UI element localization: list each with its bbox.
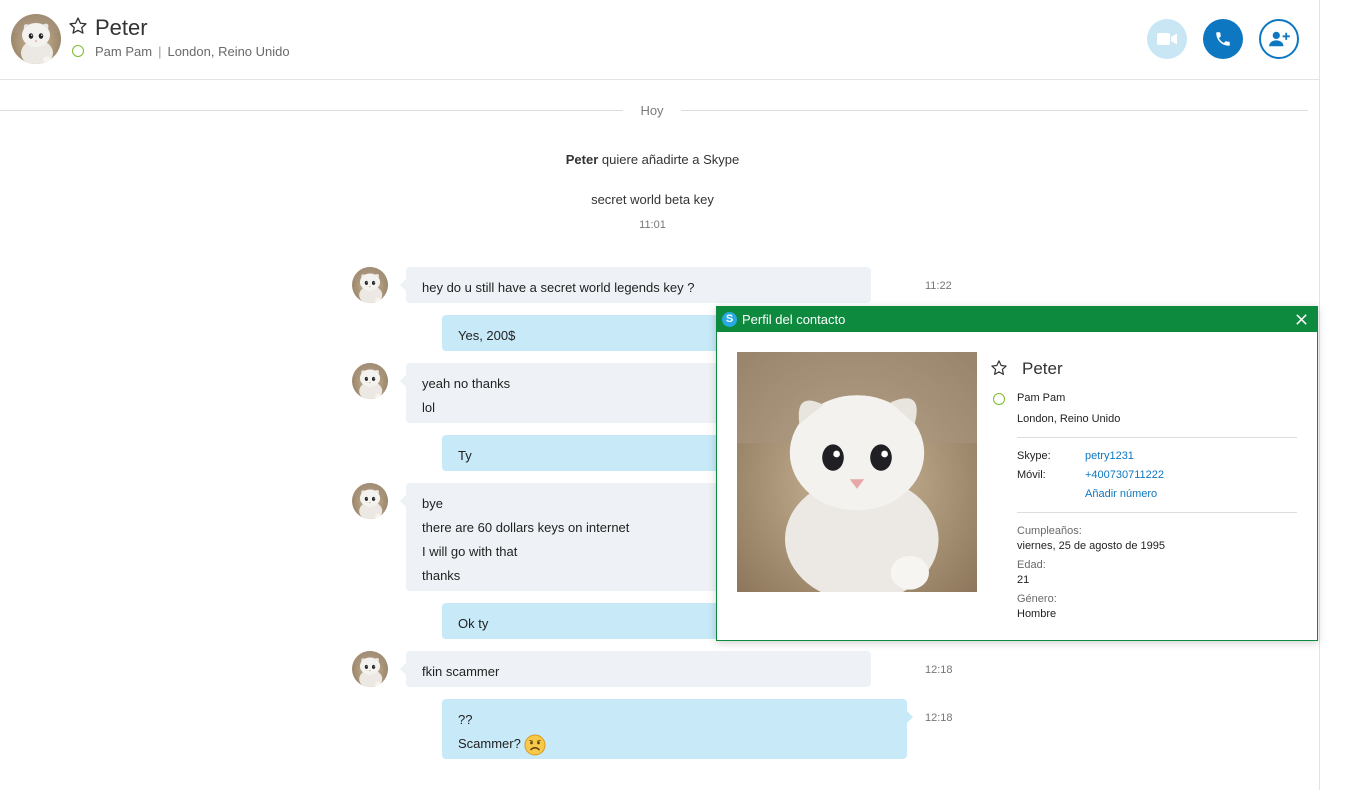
worried-face-icon — [524, 734, 546, 756]
video-camera-icon — [1157, 33, 1177, 45]
contact-avatar[interactable] — [11, 14, 61, 64]
gender-label: Género: — [1017, 593, 1057, 605]
contact-request-text: quiere añadirte a Skype — [598, 152, 740, 167]
message-line: Scammer? — [458, 732, 891, 756]
audio-call-button[interactable] — [1203, 19, 1243, 59]
phone-icon — [1216, 32, 1230, 46]
favorite-star-icon[interactable] — [68, 16, 88, 36]
skype-logo-icon: S — [722, 312, 737, 327]
profile-separator — [1017, 437, 1297, 438]
cat-avatar-image — [352, 483, 388, 519]
cat-avatar-image — [11, 14, 61, 64]
add-person-icon — [1269, 31, 1290, 47]
skype-id-label: Skype: — [1017, 450, 1051, 462]
contact-name[interactable]: Peter — [95, 15, 148, 41]
contact-profile-window: S Perfil del contacto Peter Pam Pam Lond… — [716, 306, 1318, 641]
online-status-icon — [993, 393, 1005, 405]
age-label: Edad: — [1017, 559, 1046, 571]
message-time: 11:22 — [925, 280, 952, 292]
profile-window-title: Perfil del contacto — [742, 312, 846, 327]
profile-separator — [1017, 512, 1297, 513]
incoming-message[interactable]: fkin scammer — [400, 651, 871, 687]
cat-avatar-image — [352, 267, 388, 303]
contact-request-notice: Peter quiere añadirte a Skype — [0, 152, 1305, 167]
profile-titlebar[interactable]: S Perfil del contacto — [717, 307, 1317, 332]
incoming-message[interactable]: hey do u still have a secret world legen… — [400, 267, 871, 303]
message-avatar[interactable] — [352, 267, 388, 303]
add-people-button[interactable] — [1259, 19, 1299, 59]
message-time: 12:18 — [925, 712, 953, 724]
skype-id-value[interactable]: petry1231 — [1085, 450, 1134, 462]
contact-location: London, Reino Unido — [167, 44, 290, 59]
mobile-value[interactable]: +400730711222 — [1085, 469, 1164, 481]
message-text: fkin scammer — [422, 664, 500, 679]
add-number-link[interactable]: Añadir número — [1085, 488, 1157, 500]
profile-display-name: Pam Pam — [1017, 392, 1066, 404]
subtitle-separator: | — [158, 44, 162, 59]
contact-request-name: Peter — [565, 152, 599, 167]
gender-value: Hombre — [1017, 608, 1057, 620]
contact-request-time: 11:01 — [639, 219, 666, 231]
profile-name: Peter — [1022, 359, 1063, 378]
birthday-label: Cumpleaños: — [1017, 525, 1082, 537]
message-avatar[interactable] — [352, 651, 388, 687]
day-divider-line-right — [681, 110, 1308, 111]
message-avatar[interactable] — [352, 483, 388, 519]
online-status-icon — [72, 45, 84, 57]
outgoing-message[interactable]: ?? Scammer? — [442, 699, 913, 759]
mobile-label: Móvil: — [1017, 469, 1046, 481]
cat-avatar-image — [352, 363, 388, 399]
contact-request-message: secret world beta key — [591, 192, 714, 207]
favorite-star-icon[interactable] — [990, 359, 1008, 377]
conversation-header: Peter Pam Pam | London, Reino Unido — [0, 0, 1319, 80]
video-call-button[interactable] — [1147, 19, 1187, 59]
message-text: Scammer? — [458, 736, 521, 751]
day-divider-line-left — [0, 110, 623, 111]
right-edge-divider — [1319, 0, 1320, 790]
contact-display-name: Pam Pam — [95, 44, 153, 59]
cat-photo-image — [737, 352, 977, 592]
day-divider-label: Hoy — [640, 103, 664, 118]
contact-subtitle: Pam Pam | London, Reino Unido — [95, 44, 290, 59]
close-icon[interactable] — [1294, 312, 1309, 327]
cat-avatar-image — [352, 651, 388, 687]
message-text: ?? — [458, 712, 473, 727]
message-text: hey do u still have a secret world legen… — [422, 280, 695, 295]
message-time: 12:18 — [925, 664, 953, 676]
age-value: 21 — [1017, 574, 1030, 586]
profile-location: London, Reino Unido — [1017, 413, 1121, 425]
message-avatar[interactable] — [352, 363, 388, 399]
birthday-value: viernes, 25 de agosto de 1995 — [1017, 540, 1166, 552]
profile-photo — [737, 352, 977, 592]
